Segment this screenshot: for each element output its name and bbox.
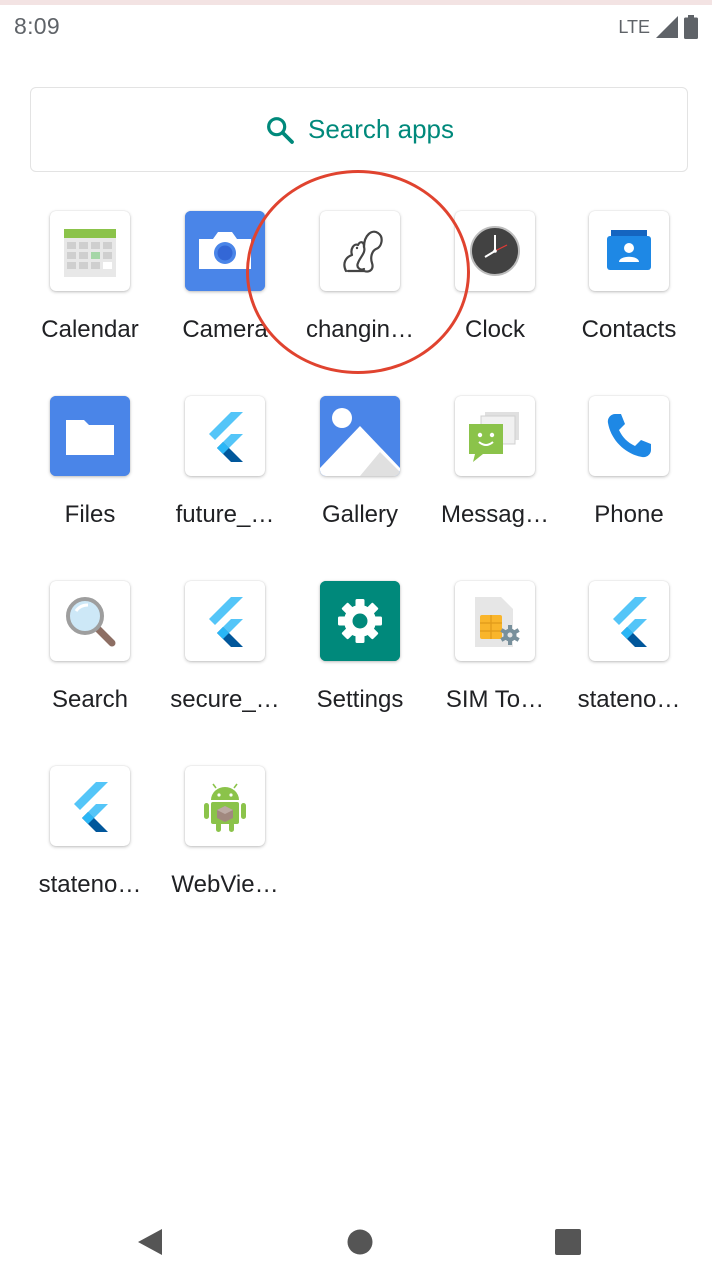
app-label: stateno…: [38, 871, 142, 898]
home-icon[interactable]: [344, 1226, 376, 1258]
app-icon-tile: [185, 396, 265, 476]
flutter-icon: [613, 597, 647, 647]
app-label: Clock: [464, 316, 525, 343]
flutter-icon: [209, 412, 243, 462]
app-clock[interactable]: Clock: [430, 211, 560, 386]
app-settings[interactable]: Settings: [295, 581, 425, 756]
gear-icon: [320, 581, 400, 661]
app-label: Settings: [316, 686, 404, 713]
app-label: WebVie…: [171, 871, 279, 898]
app-icon-tile: [50, 766, 130, 846]
app-label: SIM To…: [445, 686, 545, 713]
flutter-icon: [74, 782, 108, 832]
app-label: Search: [51, 686, 129, 713]
app-icon-tile: [185, 211, 265, 291]
flutter-icon: [209, 597, 243, 647]
android-icon: [204, 783, 246, 832]
folder-icon: [50, 396, 130, 476]
app-files[interactable]: Files: [25, 396, 155, 571]
app-future[interactable]: future_…: [160, 396, 290, 571]
app-icon-tile: [455, 211, 535, 291]
app-icon-tile: [185, 581, 265, 661]
sim-card-icon: [475, 597, 520, 647]
navigation-bar: [0, 1210, 712, 1268]
app-icon-tile: [455, 396, 535, 476]
app-gallery[interactable]: Gallery: [295, 396, 425, 571]
app-icon-tile: [50, 211, 130, 291]
app-messages[interactable]: Messag…: [430, 396, 560, 571]
app-label: Camera: [182, 316, 268, 343]
recents-icon[interactable]: [552, 1226, 584, 1258]
magnifier-icon: [66, 597, 116, 647]
app-secure[interactable]: secure_…: [160, 581, 290, 756]
app-stateno-1[interactable]: stateno…: [564, 581, 694, 756]
app-search[interactable]: Search: [25, 581, 155, 756]
app-icon-tile: [50, 581, 130, 661]
app-icon-tile: [50, 396, 130, 476]
app-label: Gallery: [321, 501, 399, 528]
phone-icon: [607, 414, 651, 458]
app-sim-toolkit[interactable]: SIM To…: [430, 581, 560, 756]
app-label: future_…: [175, 501, 275, 528]
app-changin[interactable]: changin…: [295, 211, 425, 386]
squirrel-icon: [343, 230, 383, 273]
app-label: secure_…: [170, 686, 280, 713]
contacts-icon: [607, 230, 651, 270]
app-icon-tile: [589, 396, 669, 476]
app-icon-tile: [589, 581, 669, 661]
app-calendar[interactable]: Calendar: [25, 211, 155, 386]
app-icon-tile: [320, 581, 400, 661]
app-camera[interactable]: Camera: [160, 211, 290, 386]
app-icon-tile: [185, 766, 265, 846]
clock-icon: [470, 226, 520, 276]
app-icon-tile: [455, 581, 535, 661]
app-icon-tile: [320, 396, 400, 476]
app-label: changin…: [305, 316, 415, 343]
app-webview[interactable]: WebVie…: [160, 766, 290, 941]
app-phone[interactable]: Phone: [564, 396, 694, 571]
app-label: Files: [64, 501, 116, 528]
app-icon-tile: [320, 211, 400, 291]
app-label: stateno…: [577, 686, 681, 713]
app-contacts[interactable]: Contacts: [564, 211, 694, 386]
app-icon-tile: [589, 211, 669, 291]
app-label: Contacts: [581, 316, 677, 343]
calendar-icon: [64, 229, 116, 277]
camera-icon: [185, 211, 265, 291]
app-stateno-2[interactable]: stateno…: [25, 766, 155, 941]
gallery-icon: [320, 396, 400, 476]
back-icon[interactable]: [134, 1226, 166, 1258]
app-label: Phone: [594, 501, 664, 528]
app-label: Messag…: [440, 501, 550, 528]
messages-icon: [469, 412, 519, 462]
app-label: Calendar: [41, 316, 139, 343]
app-grid: Calendar Camera changin… Clock Contacts …: [0, 0, 712, 1268]
